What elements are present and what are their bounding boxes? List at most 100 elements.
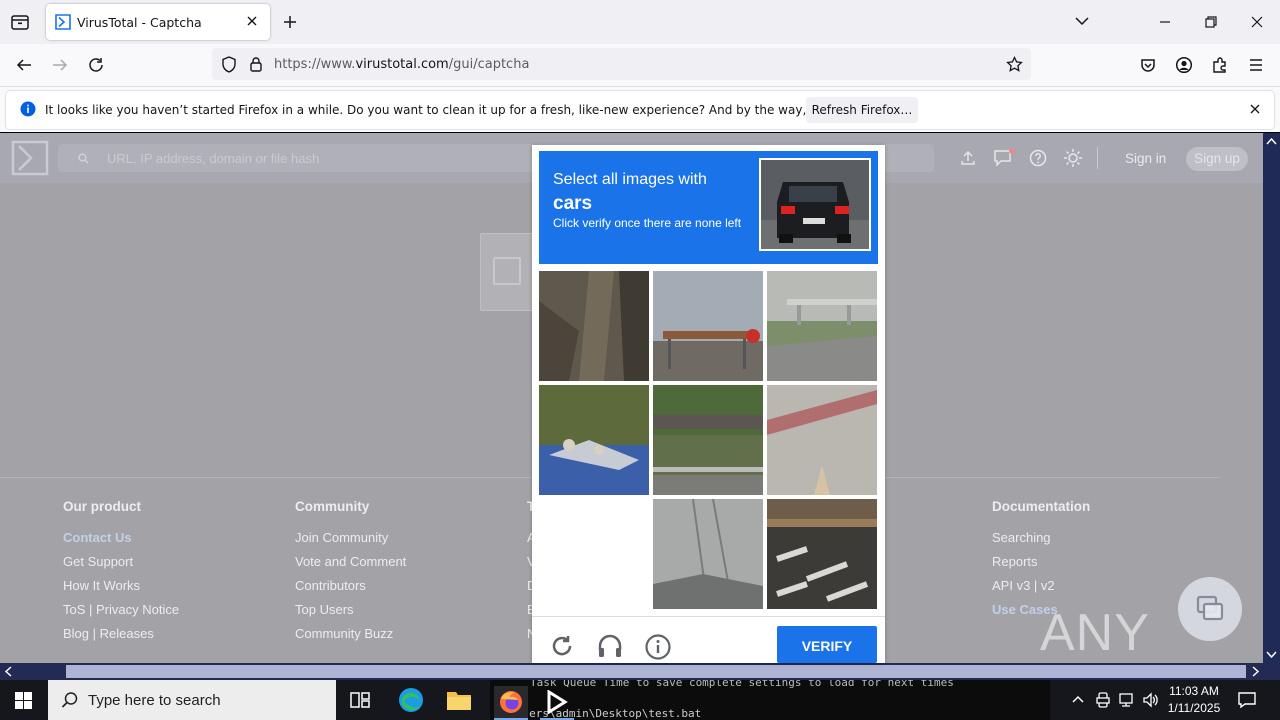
notification-bar: It looks like you haven’t started Firefo… <box>0 86 1280 132</box>
tab-virustotal-captcha[interactable]: VirusTotal - Captcha <box>46 4 270 40</box>
captcha-tile-9[interactable] <box>767 499 877 609</box>
recaptcha-checkbox-widget <box>480 233 540 311</box>
captcha-target: cars <box>553 193 593 214</box>
notification-message: It looks like you haven’t started Firefo… <box>45 103 901 117</box>
virustotal-logo-icon[interactable] <box>11 140 49 176</box>
list-all-tabs-icon[interactable] <box>1074 15 1090 27</box>
footer-link-searching[interactable]: Searching <box>992 530 1090 554</box>
upload-icon[interactable] <box>959 149 977 167</box>
sign-up-button[interactable]: Sign up <box>1186 147 1248 171</box>
minimize-icon[interactable] <box>1158 15 1172 29</box>
firefox-icon <box>498 689 524 715</box>
tab-overview-icon[interactable] <box>10 13 30 31</box>
device-icon[interactable] <box>1096 692 1110 708</box>
search-placeholder: URL, IP address, domain or file hash <box>107 151 320 166</box>
captcha-tile-2[interactable] <box>653 271 763 381</box>
captcha-tile-1[interactable] <box>539 271 649 381</box>
url-bar[interactable]: https://www.virustotal.com/gui/captcha <box>212 48 1031 80</box>
sign-in-link[interactable]: Sign in <box>1125 151 1166 166</box>
footer-link-contact-us[interactable]: Contact Us <box>63 530 179 554</box>
scroll-down-icon[interactable] <box>1266 651 1277 659</box>
scroll-up-icon[interactable] <box>1266 137 1277 145</box>
url-text: https://www.virustotal.com/gui/captcha <box>274 57 530 72</box>
footer-link-api[interactable]: API v3 | v2 <box>992 578 1090 602</box>
notifications-icon[interactable] <box>993 148 1015 168</box>
extensions-icon[interactable] <box>1211 56 1229 74</box>
footer-col-community: Community Join Community Vote and Commen… <box>295 499 406 650</box>
horizontal-scrollbar[interactable] <box>0 663 1280 680</box>
footer-link-top-users[interactable]: Top Users <box>295 602 406 626</box>
footer-col-our-product: Our product Contact Us Get Support How I… <box>63 499 179 650</box>
terminal-window-strip: Task Queue Time to save complete setting… <box>490 680 1050 720</box>
pocket-icon[interactable] <box>1139 56 1157 74</box>
captcha-tile-3[interactable] <box>767 271 877 381</box>
tab-strip: VirusTotal - Captcha <box>0 0 1280 44</box>
edge-icon[interactable] <box>398 687 424 713</box>
header-divider <box>1097 147 1098 169</box>
footer-link-join-community[interactable]: Join Community <box>295 530 406 554</box>
captcha-tile-4[interactable] <box>539 385 649 495</box>
theme-toggle-icon[interactable] <box>1063 148 1083 168</box>
footer-link-how-it-works[interactable]: How It Works <box>63 578 179 602</box>
windows-start-icon[interactable] <box>15 692 32 709</box>
captcha-sample-image <box>759 158 871 251</box>
reload-icon[interactable] <box>550 634 574 658</box>
refresh-firefox-button[interactable]: Refresh Firefox… <box>806 97 918 123</box>
captcha-tile-7-blank[interactable] <box>539 499 649 609</box>
terminal-line: Task Queue Time to save complete setting… <box>530 680 954 689</box>
captcha-tile-6[interactable] <box>767 385 877 495</box>
bookmark-star-icon[interactable] <box>1006 56 1023 73</box>
captcha-tile-5[interactable] <box>653 385 763 495</box>
restore-icon[interactable] <box>1204 15 1218 29</box>
system-clock[interactable]: 11:03 AM 1/11/2025 <box>1166 683 1222 717</box>
firefox-taskbar-button[interactable] <box>494 686 528 720</box>
volume-icon[interactable] <box>1142 692 1160 708</box>
footer-link-community-buzz[interactable]: Community Buzz <box>295 626 406 650</box>
new-tab-icon[interactable] <box>282 14 298 30</box>
task-view-icon[interactable] <box>350 691 370 709</box>
footer-link-get-support[interactable]: Get Support <box>63 554 179 578</box>
footer-link-vote-comment[interactable]: Vote and Comment <box>295 554 406 578</box>
network-icon[interactable] <box>1118 692 1136 708</box>
search-icon <box>78 153 89 164</box>
captcha-divider <box>532 616 885 617</box>
tracking-protection-shield-icon[interactable] <box>221 56 237 73</box>
show-hidden-icons-icon[interactable] <box>1071 694 1085 704</box>
vertical-scrollbar[interactable] <box>1263 133 1280 663</box>
scroll-left-icon[interactable] <box>4 666 12 677</box>
windows-taskbar: Type here to search Task Queue Time to s… <box>0 680 1280 720</box>
verify-button[interactable]: VERIFY <box>777 626 877 663</box>
audio-icon[interactable] <box>597 634 623 658</box>
footer-heading: Community <box>295 499 370 514</box>
captcha-challenge: Select all images with cars Click verify… <box>532 145 885 663</box>
footer-link-tos-privacy[interactable]: ToS | Privacy Notice <box>63 602 179 626</box>
file-explorer-icon[interactable] <box>446 688 472 712</box>
scroll-right-icon[interactable] <box>1252 666 1260 677</box>
footer-link-contributors[interactable]: Contributors <box>295 578 406 602</box>
info-badge-icon <box>20 101 36 117</box>
anyrun-taskbar-button[interactable] <box>540 686 574 720</box>
help-icon[interactable] <box>1029 149 1047 167</box>
horizontal-scroll-thumb[interactable] <box>66 665 1246 678</box>
account-icon[interactable] <box>1175 56 1193 74</box>
taskbar-search-icon <box>61 691 79 709</box>
recaptcha-checkbox[interactable] <box>493 257 521 285</box>
taskbar-search-box[interactable]: Type here to search <box>48 680 336 720</box>
info-icon[interactable] <box>645 634 671 660</box>
tab-title: VirusTotal - Captcha <box>77 15 202 30</box>
footer-link-reports[interactable]: Reports <box>992 554 1090 578</box>
captcha-instruction: Click verify once there are none left <box>553 216 742 230</box>
close-tab-icon[interactable] <box>245 14 259 28</box>
menu-icon[interactable] <box>1247 56 1265 74</box>
back-icon[interactable] <box>15 56 33 74</box>
virustotal-favicon-icon <box>55 14 71 30</box>
action-center-icon[interactable] <box>1238 691 1256 709</box>
footer-link-blog-releases[interactable]: Blog | Releases <box>63 626 179 650</box>
forward-icon[interactable] <box>51 56 69 74</box>
captcha-tile-8[interactable] <box>653 499 763 609</box>
reload-page-icon[interactable] <box>87 56 105 74</box>
close-window-icon[interactable] <box>1250 15 1264 29</box>
lock-icon[interactable] <box>249 56 263 72</box>
footer-heading: Documentation <box>992 499 1091 514</box>
dismiss-notification-icon[interactable] <box>1249 103 1261 115</box>
